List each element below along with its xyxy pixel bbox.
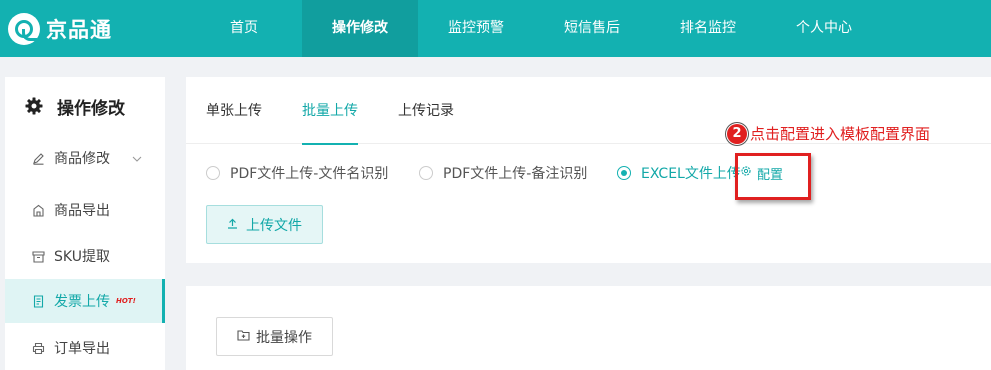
app-logo[interactable]: 京品通 <box>8 12 112 46</box>
annotation-step-number: 2 <box>727 124 747 144</box>
top-nav-bar: 京品通 首页 操作修改 监控预警 短信售后 排名监控 个人中心 <box>0 0 991 57</box>
nav-item-home[interactable]: 首页 <box>186 0 302 57</box>
upload-panel: 单张上传 批量上传 上传记录 PDF文件上传-文件名识别 PDF文件上传-备注识… <box>186 77 991 263</box>
nav-item-profile[interactable]: 个人中心 <box>766 0 882 57</box>
sidebar-header: 操作修改 <box>5 91 125 121</box>
sidebar-item-order-export[interactable]: 订单导出 <box>5 326 165 370</box>
batch-panel: 批量操作 <box>186 286 991 370</box>
nav-item-sms-aftersale[interactable]: 短信售后 <box>534 0 650 57</box>
sidebar-item-sku-extract[interactable]: SKU提取 <box>5 234 165 278</box>
annotation-text: 点击配置进入模板配置界面 <box>750 125 931 143</box>
sidebar-title: 操作修改 <box>57 98 125 119</box>
radio-pdf-filename[interactable]: PDF文件上传-文件名识别 <box>206 163 388 183</box>
batch-operation-label: 批量操作 <box>256 329 312 346</box>
box-icon <box>31 249 45 263</box>
radio-circle <box>617 166 631 180</box>
sidebar-item-label: 商品修改 <box>54 151 110 167</box>
export-icon <box>31 203 45 217</box>
printer-icon <box>31 341 45 355</box>
tab-batch-upload[interactable]: 批量上传 <box>302 77 358 145</box>
pen-icon <box>31 151 45 165</box>
nav-item-ranking[interactable]: 排名监控 <box>650 0 766 57</box>
main-nav: 首页 操作修改 监控预警 短信售后 排名监控 个人中心 <box>186 0 882 57</box>
gear-icon <box>25 97 43 115</box>
sidebar-item-label: 订单导出 <box>54 341 110 357</box>
sidebar-item-label: 发票上传 <box>54 294 110 310</box>
upload-icon <box>227 217 238 233</box>
sidebar-item-product-edit[interactable]: 商品修改 <box>5 136 165 180</box>
nav-item-monitoring[interactable]: 监控预警 <box>418 0 534 57</box>
sidebar: 操作修改 商品修改 商品导出 SKU提取 发票上传 HOT! 订单导出 <box>5 77 165 370</box>
sidebar-item-label: SKU提取 <box>54 249 110 265</box>
chevron-down-icon <box>132 150 142 166</box>
radio-label: EXCEL文件上传 <box>641 166 741 182</box>
upload-file-label: 上传文件 <box>246 217 302 234</box>
app-name: 京品通 <box>46 18 112 42</box>
radio-label: PDF文件上传-备注识别 <box>443 166 588 182</box>
radio-circle <box>419 166 433 180</box>
radio-circle <box>206 166 220 180</box>
sidebar-item-invoice-upload[interactable]: 发票上传 HOT! <box>5 279 165 323</box>
sidebar-item-label: 商品导出 <box>54 203 110 219</box>
nav-item-operations[interactable]: 操作修改 <box>302 0 418 57</box>
batch-operation-button[interactable]: 批量操作 <box>216 317 333 356</box>
tab-single-upload[interactable]: 单张上传 <box>206 77 262 144</box>
radio-label: PDF文件上传-文件名识别 <box>230 166 389 182</box>
annotation-highlight-box <box>735 153 811 200</box>
upload-type-radio-group: PDF文件上传-文件名识别 PDF文件上传-备注识别 EXCEL文件上传 <box>186 163 991 183</box>
batch-icon <box>237 329 250 345</box>
document-icon <box>31 294 45 308</box>
sidebar-item-product-export[interactable]: 商品导出 <box>5 188 165 232</box>
tab-upload-history[interactable]: 上传记录 <box>398 77 454 144</box>
radio-excel-upload[interactable]: EXCEL文件上传 <box>617 163 741 183</box>
upload-file-button[interactable]: 上传文件 <box>206 205 323 244</box>
logo-icon <box>8 13 40 45</box>
hot-badge: HOT! <box>116 297 136 305</box>
radio-pdf-remark[interactable]: PDF文件上传-备注识别 <box>419 163 587 183</box>
